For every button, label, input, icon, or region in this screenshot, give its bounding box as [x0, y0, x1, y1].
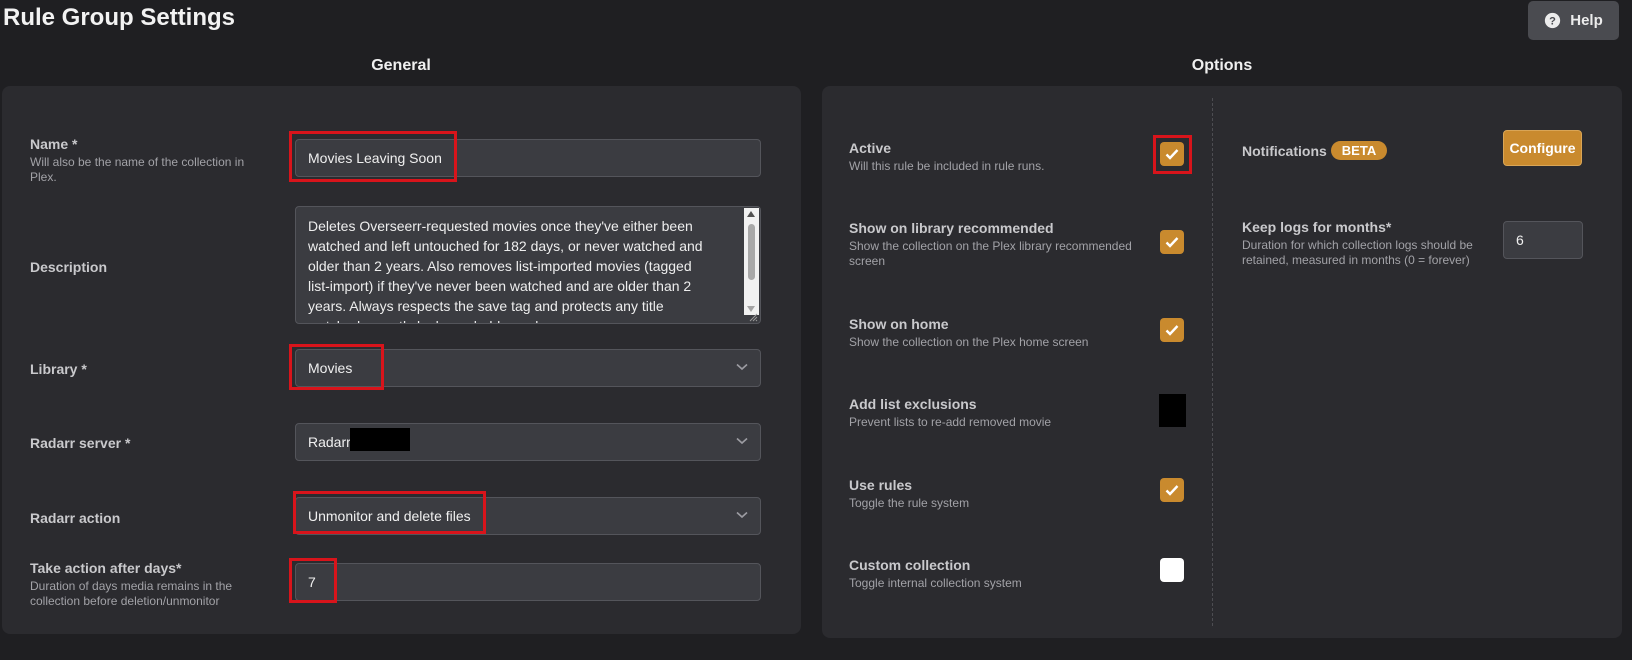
radarr-action-value: Unmonitor and delete files	[308, 508, 471, 524]
custom-collection-checkbox[interactable]	[1160, 558, 1184, 582]
option-label-active: Active	[849, 140, 892, 156]
beta-badge: BETA	[1331, 141, 1387, 160]
check-icon	[1165, 325, 1179, 336]
description-scrollbar[interactable]	[744, 208, 759, 315]
scroll-thumb[interactable]	[748, 224, 755, 280]
redacted-block	[350, 428, 410, 451]
notifications-label: Notifications	[1242, 143, 1327, 159]
general-heading: General	[371, 57, 431, 74]
option-description-active: Will this rule be included in rule runs.	[849, 159, 1045, 173]
chevron-down-icon	[736, 511, 748, 519]
show-on-home-checkbox[interactable]	[1160, 318, 1184, 342]
library-recommended-checkbox[interactable]	[1160, 230, 1184, 254]
option-label-list-exclusions: Add list exclusions	[849, 396, 977, 412]
options-divider	[1212, 98, 1213, 626]
radarr-server-label: Radarr server *	[30, 435, 131, 451]
check-icon	[1165, 485, 1179, 496]
chevron-down-icon	[736, 437, 748, 445]
take-action-input[interactable]: 7	[295, 563, 761, 601]
configure-button[interactable]: Configure	[1503, 130, 1582, 166]
option-label-library-recommended: Show on library recommended	[849, 220, 1054, 236]
description-text: Deletes Overseerr-requested movies once …	[308, 218, 703, 323]
library-select[interactable]: Movies	[295, 349, 761, 387]
check-icon	[1165, 237, 1179, 248]
scroll-up-arrow-icon[interactable]	[747, 211, 755, 217]
page-title: Rule Group Settings	[3, 4, 236, 31]
radarr-action-select[interactable]: Unmonitor and delete files	[295, 497, 761, 535]
keep-logs-description: Duration for which collection logs shoul…	[1242, 238, 1473, 267]
keep-logs-label: Keep logs for months*	[1242, 219, 1392, 235]
use-rules-checkbox[interactable]	[1160, 478, 1184, 502]
help-icon: ?	[1544, 12, 1561, 29]
options-heading: Options	[1191, 57, 1253, 74]
keep-logs-input[interactable]: 6	[1503, 221, 1583, 259]
description-label: Description	[30, 259, 108, 275]
help-button[interactable]: ? Help	[1528, 1, 1619, 40]
chevron-down-icon	[736, 363, 748, 371]
library-value: Movies	[308, 360, 353, 376]
option-description-list-exclusions: Prevent lists to re-add removed movie	[849, 415, 1052, 429]
scroll-down-arrow-icon[interactable]	[747, 306, 755, 312]
radarr-server-value: Radarr	[308, 434, 351, 450]
take-action-description: Duration of days media remains in the co…	[30, 579, 233, 608]
resize-handle-icon[interactable]	[749, 313, 758, 322]
active-checkbox[interactable]	[1160, 142, 1184, 166]
option-label-custom-collection: Custom collection	[849, 557, 971, 573]
name-label: Name *	[30, 136, 78, 152]
option-description-custom-collection: Toggle internal collection system	[849, 576, 1022, 590]
check-icon	[1165, 149, 1179, 160]
radarr-action-label: Radarr action	[30, 510, 121, 526]
description-textarea[interactable]: Deletes Overseerr-requested movies once …	[295, 206, 761, 324]
list-exclusions-checkbox-redacted[interactable]	[1159, 394, 1186, 427]
help-label: Help	[1570, 12, 1603, 29]
option-description-use-rules: Toggle the rule system	[849, 496, 970, 510]
take-action-label: Take action after days*	[30, 560, 182, 576]
option-description-library-recommended: Show the collection on the Plex library …	[849, 239, 1132, 268]
library-label: Library *	[30, 361, 87, 377]
option-label-use-rules: Use rules	[849, 477, 913, 493]
option-description-show-on-home: Show the collection on the Plex home scr…	[849, 335, 1089, 349]
name-input[interactable]: Movies Leaving Soon	[295, 139, 761, 177]
svg-text:?: ?	[1549, 15, 1556, 27]
option-label-show-on-home: Show on home	[849, 316, 949, 332]
name-description: Will also be the name of the collection …	[30, 155, 245, 184]
